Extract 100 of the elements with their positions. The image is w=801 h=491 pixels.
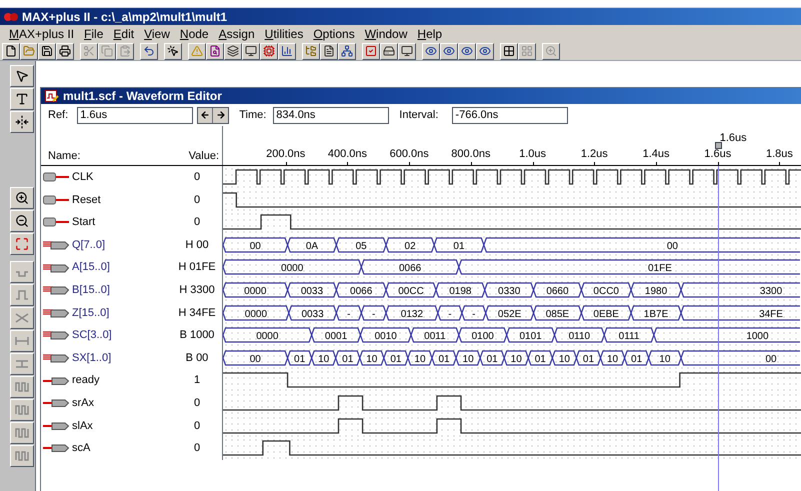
time-field[interactable]: 834.0ns bbox=[273, 106, 390, 124]
time-tick-label: 1.0us bbox=[519, 146, 546, 162]
bus-segment: 01 bbox=[431, 350, 457, 366]
right-arrow-icon bbox=[216, 110, 226, 120]
zoom-out-button[interactable] bbox=[10, 210, 34, 232]
waveform-tool-button[interactable] bbox=[10, 330, 34, 352]
output-pin-icon bbox=[43, 376, 69, 386]
save-button[interactable] bbox=[38, 42, 56, 60]
previous-button[interactable] bbox=[198, 108, 214, 122]
undo-button[interactable] bbox=[140, 42, 158, 60]
waveform-tool-icon bbox=[14, 313, 28, 323]
check-button[interactable] bbox=[362, 42, 380, 60]
cursor-handle[interactable] bbox=[714, 142, 722, 149]
menu-item[interactable]: Edit bbox=[108, 24, 140, 42]
menu-item[interactable]: Window bbox=[360, 24, 412, 42]
help-pointer-button[interactable] bbox=[164, 42, 182, 60]
app-logo-icon bbox=[4, 10, 18, 22]
menu-item[interactable]: File bbox=[79, 24, 108, 42]
signal-value: 1 bbox=[194, 373, 200, 388]
menu-item[interactable]: Options bbox=[308, 24, 360, 42]
warning-button[interactable] bbox=[188, 42, 206, 60]
ref-field[interactable]: 1.6us bbox=[77, 106, 194, 124]
new-file-button[interactable] bbox=[2, 42, 20, 60]
paste-button[interactable] bbox=[116, 42, 134, 60]
waveform-tool-icon bbox=[14, 382, 28, 392]
eye-button[interactable] bbox=[422, 42, 440, 60]
bus-segment: 085E bbox=[532, 304, 582, 320]
cut-button[interactable] bbox=[80, 42, 98, 60]
layers-button[interactable] bbox=[224, 42, 242, 60]
grid-button[interactable] bbox=[518, 42, 536, 60]
stretch-button[interactable] bbox=[10, 111, 34, 133]
interval-field[interactable]: -766.0ns bbox=[452, 106, 568, 124]
menu-item[interactable]: MAX+plus II bbox=[4, 24, 80, 42]
menu-item[interactable]: Assign bbox=[214, 24, 260, 42]
signal-name[interactable]: A[15..0] bbox=[72, 259, 110, 276]
menu-item[interactable]: Node bbox=[174, 24, 214, 42]
signal-name[interactable]: Z[15..0] bbox=[72, 304, 110, 322]
fit-window-button[interactable] bbox=[10, 233, 34, 255]
waveform-tool-button[interactable] bbox=[10, 399, 34, 421]
signal-name[interactable]: Reset bbox=[72, 192, 101, 208]
signal-name[interactable]: srAx bbox=[72, 394, 94, 412]
eye-icon bbox=[425, 45, 437, 57]
waveform-tool-button[interactable] bbox=[10, 353, 34, 375]
open-folder-button[interactable] bbox=[20, 42, 38, 60]
signal-name[interactable]: scA bbox=[72, 440, 90, 457]
signal-value: H 3300 bbox=[179, 283, 215, 298]
printer-button[interactable] bbox=[56, 42, 74, 60]
bus-segment: 10 bbox=[311, 350, 336, 366]
bus-segment: 00 bbox=[680, 350, 800, 366]
value-header: Value: bbox=[188, 148, 219, 164]
signal-name[interactable]: ready bbox=[72, 372, 100, 389]
zoom-in-button[interactable] bbox=[10, 187, 34, 209]
bus-segment: 0033 bbox=[286, 282, 337, 298]
bus-segment: 10 bbox=[455, 350, 481, 366]
eye-button[interactable] bbox=[440, 42, 458, 60]
monitor-button[interactable] bbox=[242, 42, 260, 60]
zoom-button[interactable] bbox=[542, 42, 560, 60]
next-button[interactable] bbox=[213, 108, 228, 122]
file-search-button[interactable] bbox=[206, 42, 224, 60]
bus-segment: 0111 bbox=[604, 328, 655, 343]
bus-segment: 0660 bbox=[532, 282, 582, 298]
document-button[interactable] bbox=[320, 42, 338, 60]
signal-name[interactable]: slAx bbox=[72, 418, 93, 434]
signal-name[interactable]: Q[7..0] bbox=[72, 236, 106, 254]
menu-item[interactable]: Utilities bbox=[260, 24, 308, 42]
text-tool-button[interactable] bbox=[10, 88, 34, 110]
menu-item[interactable]: View bbox=[139, 24, 175, 42]
stretch-icon bbox=[14, 115, 28, 129]
signal-name[interactable]: SX[1..0] bbox=[72, 350, 112, 366]
copy-button[interactable] bbox=[98, 42, 116, 60]
waveform-tool-button[interactable] bbox=[10, 307, 34, 329]
grid-button[interactable] bbox=[500, 42, 518, 60]
signal-name[interactable]: Start bbox=[72, 214, 96, 231]
drive-button[interactable] bbox=[380, 42, 398, 60]
waveform-tool-icon bbox=[14, 405, 28, 415]
signal-name[interactable]: SC[3..0] bbox=[72, 327, 112, 344]
bar-chart-icon bbox=[281, 45, 293, 57]
zoom-icon bbox=[545, 45, 557, 57]
waveform-tool-button[interactable] bbox=[10, 376, 34, 398]
check-icon bbox=[365, 45, 377, 57]
bus-segment: 0000 bbox=[223, 282, 288, 298]
bar-chart-button[interactable] bbox=[278, 42, 296, 60]
signal-name[interactable]: CLK bbox=[72, 169, 94, 186]
chip-button[interactable] bbox=[260, 42, 278, 60]
bus-segment: 10 bbox=[600, 350, 626, 366]
signal-name[interactable]: B[15..0] bbox=[72, 282, 110, 299]
waveform-tool-button[interactable] bbox=[10, 445, 34, 467]
network-button[interactable] bbox=[338, 42, 356, 60]
menu-item[interactable]: Help bbox=[412, 24, 448, 42]
eye-button[interactable] bbox=[476, 42, 494, 60]
bus-segment: 1B7E bbox=[630, 304, 682, 320]
waveform-tool-button[interactable] bbox=[10, 261, 34, 283]
waveform-tool-button[interactable] bbox=[10, 284, 34, 306]
eye-button[interactable] bbox=[458, 42, 476, 60]
folder-tree-button[interactable] bbox=[302, 42, 320, 60]
waveform-tool-button[interactable] bbox=[10, 422, 34, 444]
grid-icon bbox=[503, 45, 515, 57]
pointer-button[interactable] bbox=[10, 65, 34, 87]
bus-segment: - bbox=[360, 304, 387, 320]
screen-button[interactable] bbox=[398, 42, 416, 60]
